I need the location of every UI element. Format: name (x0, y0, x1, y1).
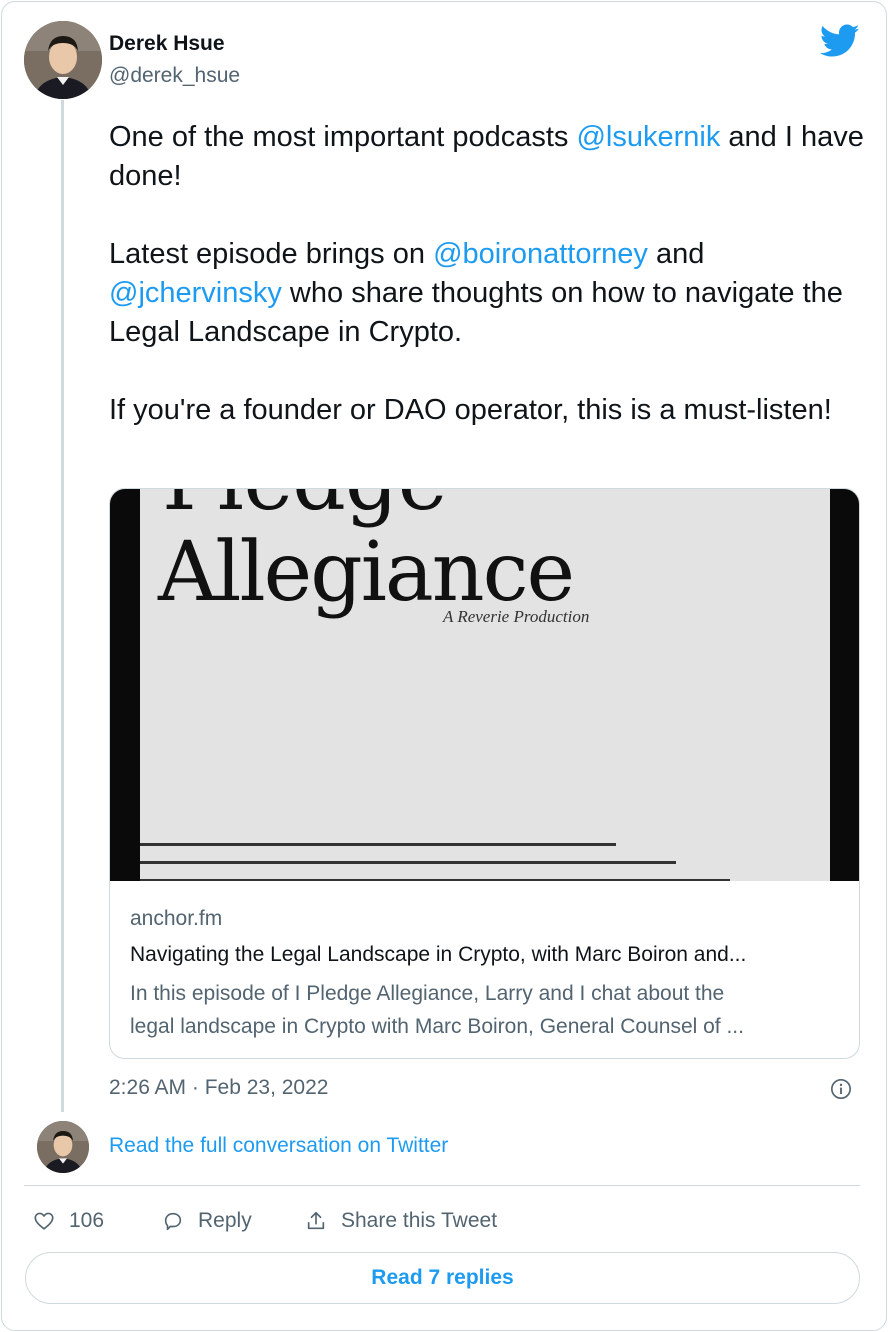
mention-link[interactable]: @jchervinsky (109, 277, 282, 309)
reply-label: Reply (198, 1209, 252, 1232)
reply-button[interactable]: Reply (162, 1206, 252, 1236)
tweet-paragraph-3: If you're a founder or DAO operator, thi… (109, 394, 832, 426)
image-rule-line (140, 843, 616, 846)
image-rule-line (140, 861, 676, 864)
info-icon[interactable] (830, 1078, 852, 1100)
link-domain: anchor.fm (130, 907, 223, 930)
tweet-text: One of the most important podcasts @lsuk… (109, 118, 869, 430)
share-label: Share this Tweet (341, 1209, 498, 1232)
share-icon (307, 1211, 325, 1230)
image-text-allegiance: Allegiance (158, 525, 575, 620)
link-preview-image[interactable]: Pledge Allegiance A Reverie Production (110, 489, 859, 881)
author-avatar[interactable] (24, 21, 102, 99)
link-title: Navigating the Legal Landscape in Crypto… (130, 943, 747, 966)
image-rule-line (140, 879, 730, 881)
link-description: In this episode of I Pledge Allegiance, … (130, 982, 744, 1038)
read-full-conversation-link[interactable]: Read the full conversation on Twitter (109, 1134, 448, 1158)
like-button[interactable]: 106 (33, 1206, 104, 1236)
twitter-bird-icon[interactable] (820, 24, 860, 58)
read-replies-button[interactable]: Read 7 replies (25, 1252, 860, 1304)
mention-link[interactable]: @lsukernik (576, 121, 720, 153)
tweet-paragraph-2: Latest episode brings on @boironattorney… (109, 238, 843, 348)
thread-connector-line (61, 100, 64, 1112)
divider (24, 1185, 860, 1186)
link-preview-card[interactable]: Pledge Allegiance A Reverie Production a… (109, 488, 860, 1059)
like-count: 106 (69, 1209, 105, 1232)
author-name[interactable]: Derek Hsue (109, 32, 225, 56)
image-border-right (830, 489, 859, 881)
mention-link[interactable]: @boironattorney (433, 238, 648, 270)
tweet-timestamp[interactable]: 2:26 AM · Feb 23, 2022 (109, 1076, 328, 1100)
author-handle[interactable]: @derek_hsue (109, 64, 240, 88)
tweet-paragraph-1: One of the most important podcasts @lsuk… (109, 121, 864, 192)
heart-icon (34, 1212, 54, 1230)
reply-avatar[interactable] (37, 1121, 89, 1173)
reply-bubble-icon (164, 1212, 182, 1231)
share-button[interactable]: Share this Tweet (305, 1206, 497, 1236)
image-border-left (110, 489, 140, 881)
image-text-pledge: Pledge (162, 489, 447, 529)
image-text-subtitle: A Reverie Production (443, 607, 590, 626)
